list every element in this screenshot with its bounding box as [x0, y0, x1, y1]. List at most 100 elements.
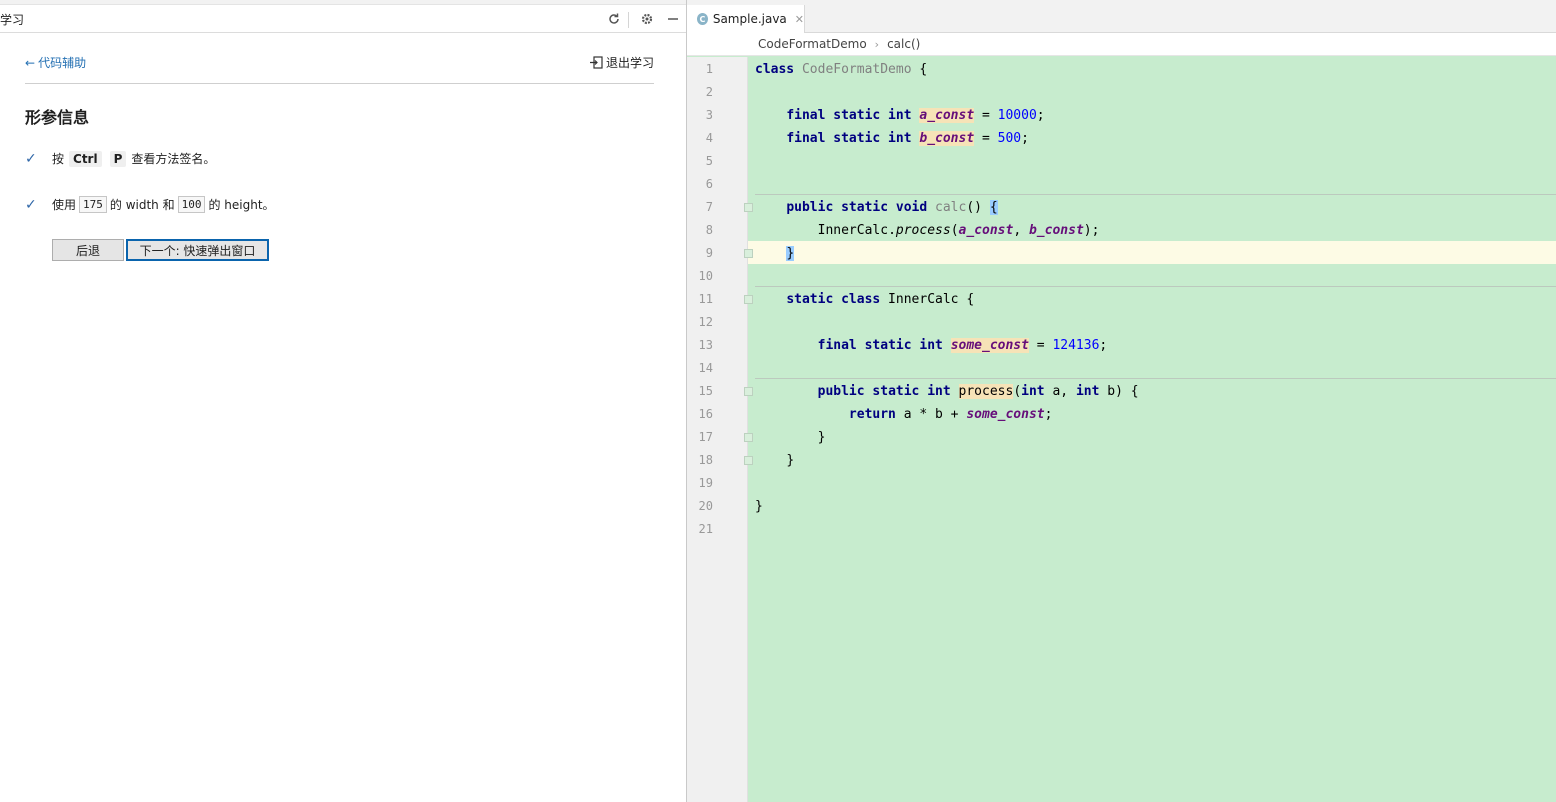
- line-number: 11: [698, 292, 713, 306]
- code-line-4: final static int b_const = 500;: [755, 127, 1029, 150]
- field-name: a_const: [958, 223, 1014, 238]
- learn-panel-title: 学习: [0, 13, 25, 27]
- code-text: (: [950, 223, 959, 238]
- back-button[interactable]: 后退: [52, 239, 124, 261]
- java-class-icon: C: [697, 13, 708, 25]
- field-name: some_const: [950, 338, 1029, 353]
- line-number: 4: [705, 131, 713, 145]
- exit-link-label: 退出学习: [605, 56, 654, 70]
- line-number: 8: [705, 223, 713, 237]
- code-text: =: [974, 108, 998, 123]
- line-number: 16: [698, 407, 713, 421]
- learn-panel-header: 学习: [0, 5, 686, 33]
- code-text: ;: [1099, 338, 1108, 353]
- keyword: final static int: [786, 108, 912, 123]
- code-value-175: 175: [79, 196, 107, 213]
- line-number: 18: [698, 453, 713, 467]
- back-link-label: 代码辅助: [38, 56, 87, 70]
- line-number: 14: [698, 361, 713, 375]
- code-line-3: final static int a_const = 10000;: [755, 104, 1045, 127]
- minimize-icon[interactable]: [663, 9, 683, 29]
- field-name: b_const: [1028, 223, 1084, 238]
- matched-brace: {: [989, 200, 998, 215]
- code-text: (): [966, 200, 990, 215]
- shortcut-key-ctrl: Ctrl: [69, 150, 102, 167]
- code-text: );: [1083, 223, 1100, 238]
- line-number: 2: [705, 85, 713, 99]
- gear-icon-svg: [641, 13, 653, 25]
- breadcrumb: CodeFormatDemo › calc(): [687, 33, 1556, 56]
- code-text: =: [1028, 338, 1053, 353]
- number-literal: 500: [997, 131, 1022, 146]
- code-area[interactable]: class CodeFormatDemo { final static int …: [748, 57, 1556, 802]
- restart-icon[interactable]: [604, 9, 624, 29]
- line-number: 9: [705, 246, 713, 260]
- line-number: 17: [698, 430, 713, 444]
- editor-tab-bar: C Sample.java ✕: [687, 5, 1556, 33]
- code-line-17: }: [755, 426, 826, 449]
- code-text: ;: [1036, 108, 1045, 123]
- number-literal: 10000: [997, 108, 1037, 123]
- keyword: public static void: [786, 200, 928, 215]
- code-text: {: [911, 62, 928, 77]
- code-value-100: 100: [177, 196, 206, 213]
- keyword: return: [848, 407, 896, 422]
- code-text: a,: [1044, 384, 1076, 399]
- matched-brace: }: [786, 246, 795, 261]
- keyword: int: [1021, 384, 1045, 399]
- code-editor: C Sample.java ✕ CodeFormatDemo › calc() …: [687, 0, 1556, 802]
- chevron-right-icon: ›: [874, 37, 880, 51]
- code-text: ;: [1021, 131, 1029, 146]
- code-text: ;: [1044, 407, 1053, 422]
- code-text: ,: [1013, 223, 1029, 238]
- code-text: (: [1013, 384, 1022, 399]
- line-number-gutter[interactable]: 1 2 3 4 5 6 7 8 9 10 11 12 13 14 15 16 1…: [687, 57, 753, 802]
- tab-label: Sample.java: [712, 12, 787, 26]
- code-text: InnerCalc {: [880, 292, 975, 307]
- step-1-suffix: 查看方法签名。: [131, 152, 216, 166]
- code-line-11: static class InnerCalc {: [755, 288, 974, 311]
- close-icon[interactable]: ✕: [795, 13, 804, 26]
- class-name: CodeFormatDemo: [801, 62, 912, 77]
- number-literal: 124136: [1052, 338, 1100, 353]
- code-line-15: public static int process(int a, int b) …: [755, 380, 1139, 403]
- next-lesson-button[interactable]: 下一个: 快速弹出窗口: [126, 239, 269, 261]
- code-text: =: [974, 131, 998, 146]
- step-2-prefix: 使用: [52, 198, 77, 212]
- lesson-title: 形参信息: [25, 108, 90, 127]
- method-separator: [755, 378, 1556, 379]
- divider: [25, 83, 654, 84]
- keyword: class: [755, 62, 795, 77]
- step-1: ✓ 按 Ctrl P 查看方法签名。: [25, 150, 215, 167]
- arrow-left-icon: ←: [25, 55, 36, 70]
- shortcut-key-p: P: [109, 150, 127, 167]
- gear-icon[interactable]: [637, 9, 657, 29]
- code-line-20: }: [755, 495, 763, 518]
- breadcrumb-class[interactable]: CodeFormatDemo: [758, 37, 867, 51]
- code-text: InnerCalc.: [817, 223, 896, 238]
- line-number: 20: [698, 499, 713, 513]
- step-1-prefix: 按: [52, 152, 65, 166]
- line-number: 3: [705, 108, 713, 122]
- breadcrumb-method[interactable]: calc(): [887, 37, 920, 51]
- exit-icon: [589, 56, 603, 69]
- tab-sample-java[interactable]: C Sample.java ✕: [687, 5, 805, 33]
- method-name: calc: [935, 200, 967, 215]
- back-link[interactable]: ← 代码辅助: [25, 54, 86, 71]
- code-line-13: final static int some_const = 124136;: [755, 334, 1107, 357]
- keyword: final static int: [786, 131, 912, 146]
- step-2-mid: 的 width 和: [109, 198, 175, 212]
- line-number: 10: [698, 269, 713, 283]
- keyword: static class: [786, 292, 881, 307]
- check-icon: ✓: [25, 150, 37, 167]
- learn-panel: 学习 ← 代码辅助 退出学习 形参信息 ✓ 按 Ctrl P 查看方法签名。 ✓…: [0, 0, 686, 802]
- field-name: some_const: [966, 407, 1045, 422]
- exit-learning-link[interactable]: 退出学习: [589, 54, 654, 71]
- code-line-18: }: [755, 449, 794, 472]
- code-text: }: [755, 499, 763, 514]
- line-number: 5: [705, 154, 713, 168]
- code-text: b) {: [1099, 384, 1139, 399]
- restart-icon-svg: [609, 13, 619, 24]
- header-separator: [628, 12, 629, 28]
- code-line-7: public static void calc() {: [755, 196, 998, 219]
